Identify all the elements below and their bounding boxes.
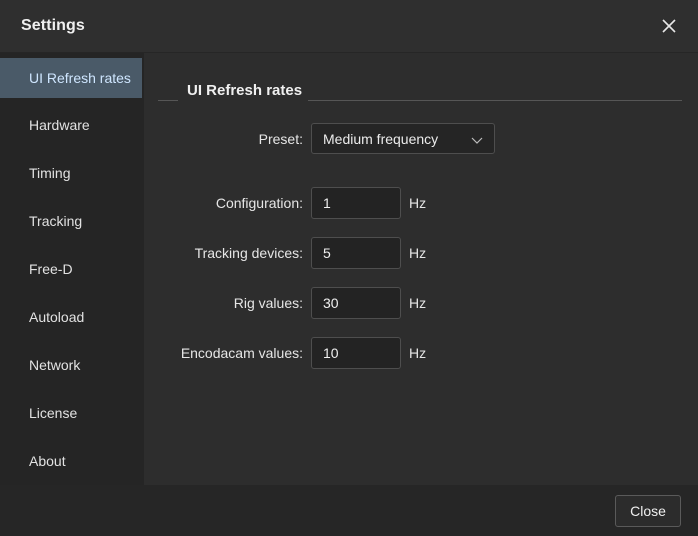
preset-value: Medium frequency (323, 131, 439, 147)
sidebar-item-free-d[interactable]: Free-D (0, 249, 142, 289)
title-bar: Settings (0, 0, 698, 53)
sidebar-item-hardware[interactable]: Hardware (0, 105, 142, 145)
group-divider (308, 100, 682, 101)
chevron-down-icon (471, 133, 483, 144)
group-title: UI Refresh rates (187, 82, 303, 99)
close-icon[interactable] (658, 15, 680, 37)
sidebar-item-ui-refresh-rates[interactable]: UI Refresh rates (0, 58, 142, 98)
tracking-devices-label: Tracking devices: (194, 245, 303, 261)
settings-dialog: Settings UI Refresh rates Hardware Timin… (0, 0, 698, 536)
preset-dropdown[interactable]: Medium frequency (311, 123, 495, 154)
tracking-devices-unit: Hz (409, 245, 427, 261)
encodacam-values-unit: Hz (409, 345, 427, 361)
rig-values-label: Rig values: (233, 295, 303, 311)
group-divider (158, 100, 178, 101)
configuration-unit: Hz (409, 195, 427, 211)
dialog-footer: Close (0, 485, 698, 536)
encodacam-values-label: Encodacam values: (180, 345, 303, 361)
dialog-title: Settings (21, 17, 85, 34)
preset-label: Preset: (258, 131, 303, 147)
configuration-label: Configuration: (215, 195, 303, 211)
sidebar-item-network[interactable]: Network (0, 345, 142, 385)
rig-values-rate-input[interactable] (311, 287, 401, 319)
tracking-devices-rate-input[interactable] (311, 237, 401, 269)
sidebar-item-license[interactable]: License (0, 393, 142, 433)
sidebar-item-autoload[interactable]: Autoload (0, 297, 142, 337)
settings-content: UI Refresh rates Preset: Medium frequenc… (144, 53, 698, 485)
encodacam-values-rate-input[interactable] (311, 337, 401, 369)
configuration-rate-input[interactable] (311, 187, 401, 219)
close-button[interactable]: Close (615, 495, 681, 527)
sidebar-item-tracking[interactable]: Tracking (0, 201, 142, 241)
settings-sidebar: UI Refresh rates Hardware Timing Trackin… (0, 53, 144, 485)
rig-values-unit: Hz (409, 295, 427, 311)
sidebar-item-about[interactable]: About (0, 441, 142, 481)
sidebar-item-timing[interactable]: Timing (0, 153, 142, 193)
